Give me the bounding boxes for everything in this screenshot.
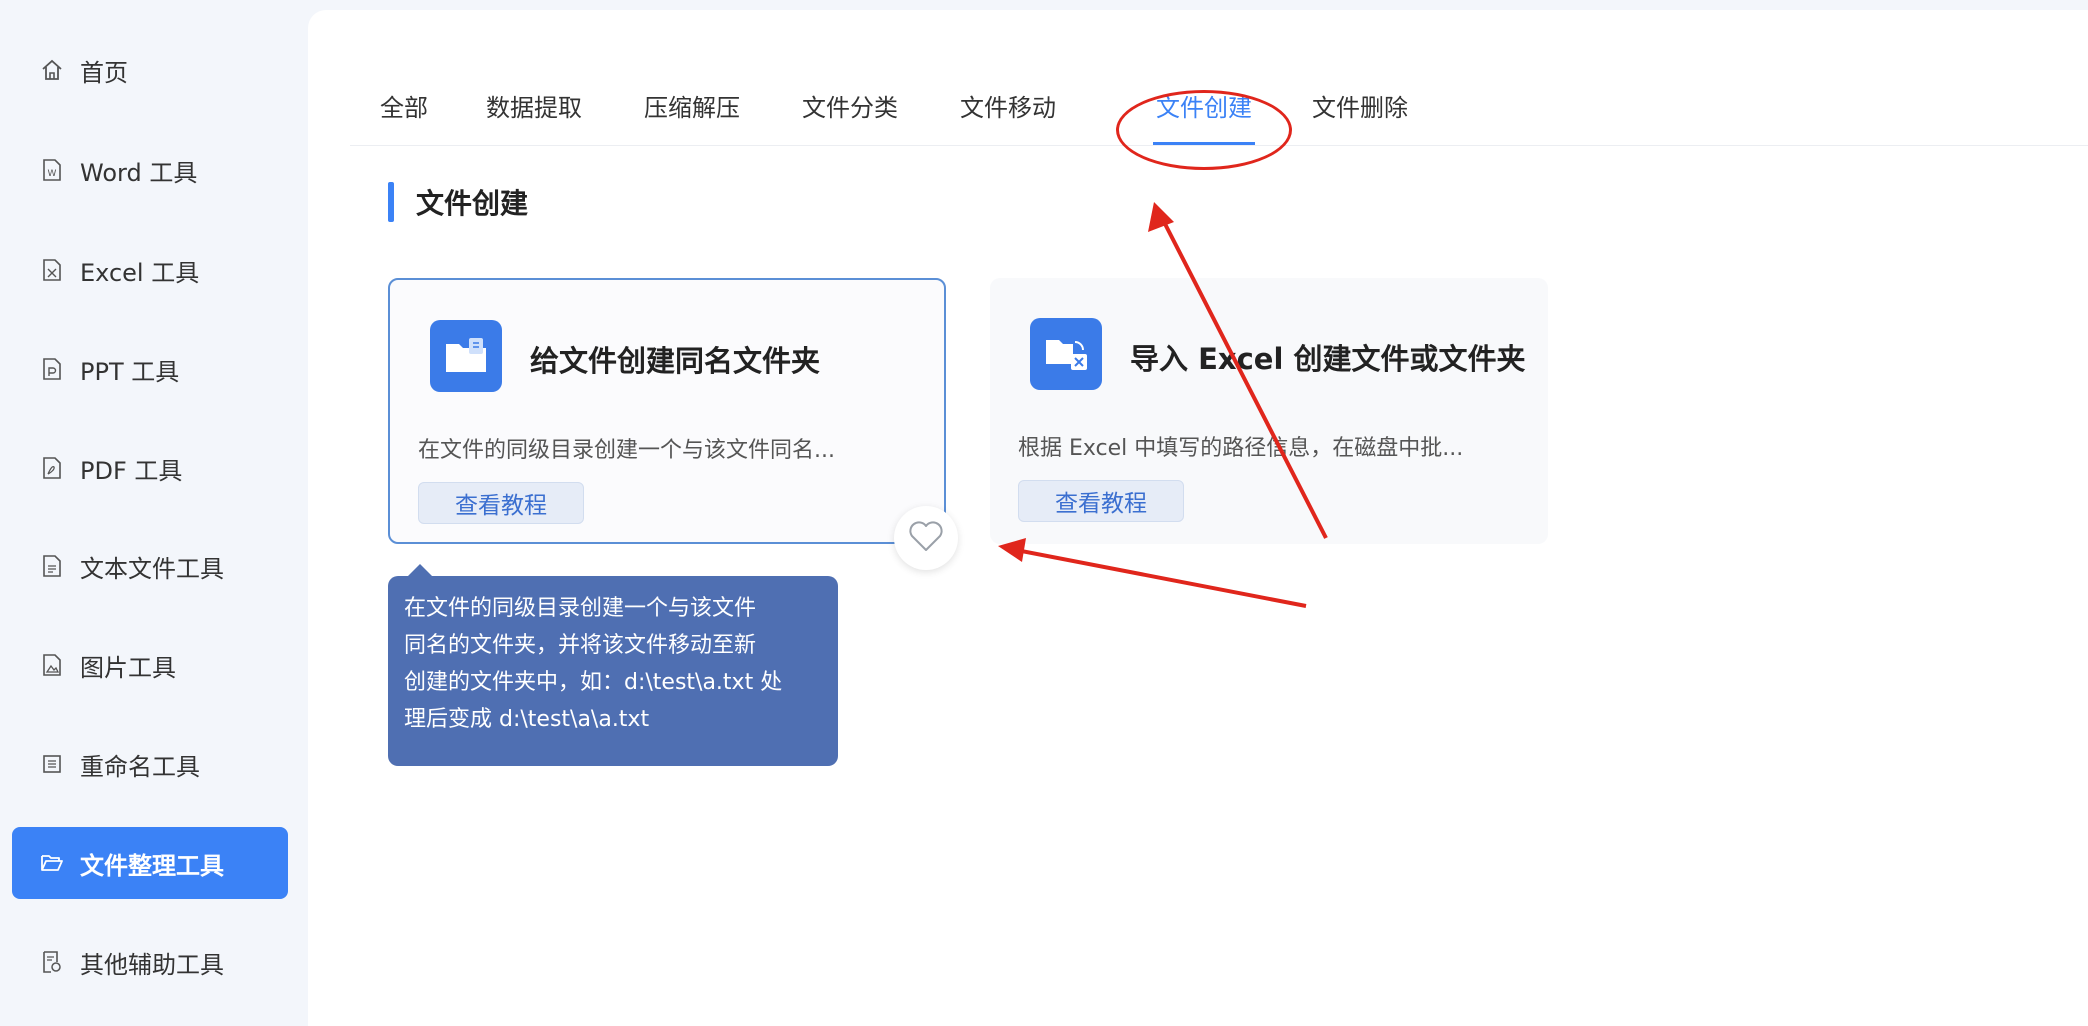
rename-icon (40, 752, 64, 776)
misc-tools-icon (40, 950, 64, 974)
card-title: 给文件创建同名文件夹 (530, 344, 821, 378)
sidebar-item-label: 重命名工具 (80, 752, 200, 781)
folder-open-icon (40, 851, 64, 875)
sidebar-item-pdf[interactable]: PDF 工具 (12, 432, 288, 504)
sidebar-item-label: 首页 (80, 58, 128, 87)
annotation-circle (1116, 90, 1292, 170)
view-tutorial-button[interactable]: 查看教程 (1018, 480, 1184, 522)
sidebar-item-label: PPT 工具 (80, 357, 180, 386)
card-description: 根据 Excel 中填写的路径信息，在磁盘中批... (1018, 436, 1464, 461)
tab-file-delete[interactable]: 文件删除 (1312, 88, 1408, 123)
tool-card-same-name-folder[interactable]: 给文件创建同名文件夹 在文件的同级目录创建一个与该文件同名... 查看教程 (388, 278, 946, 544)
tab-compress[interactable]: 压缩解压 (644, 88, 740, 123)
tooltip-line: 理后变成 d:\test\a\a.txt (404, 707, 650, 732)
tooltip-line: 同名的文件夹，并将该文件移动至新 (404, 633, 757, 658)
description-tooltip: 在文件的同级目录创建一个与该文件 同名的文件夹，并将该文件移动至新 创建的文件夹… (388, 564, 838, 766)
sidebar-item-label: 文本文件工具 (80, 554, 224, 583)
tab-file-classify[interactable]: 文件分类 (802, 88, 898, 123)
ppt-file-icon (40, 357, 64, 381)
sidebar-item-excel[interactable]: Excel 工具 (12, 234, 288, 306)
main-panel: 全部 数据提取 压缩解压 文件分类 文件移动 文件创建 文件删除 文件创建 给文… (308, 10, 2088, 1026)
sidebar-item-label: Excel 工具 (80, 258, 200, 287)
tab-all[interactable]: 全部 (380, 88, 428, 123)
folder-excel-icon (1030, 318, 1102, 390)
word-file-icon: W (40, 158, 64, 182)
image-file-icon (40, 653, 64, 677)
tab-data-extract[interactable]: 数据提取 (486, 88, 582, 123)
tab-file-move[interactable]: 文件移动 (960, 88, 1056, 123)
sidebar-item-home[interactable]: 首页 (12, 34, 288, 106)
folder-file-icon (430, 320, 502, 392)
sidebar-item-label: Word 工具 (80, 158, 198, 187)
section-header: 文件创建 (388, 182, 528, 222)
sidebar: 首页 W Word 工具 Excel 工具 PPT 工具 PDF 工具 文本文件… (0, 0, 298, 1026)
section-title: 文件创建 (416, 187, 529, 220)
home-icon (40, 58, 64, 82)
tab-bar: 全部 数据提取 压缩解压 文件分类 文件移动 文件创建 文件删除 (350, 66, 2088, 170)
sidebar-item-label: 图片工具 (80, 653, 176, 682)
favorite-button[interactable] (894, 506, 958, 570)
sidebar-item-text[interactable]: 文本文件工具 (12, 530, 288, 602)
sidebar-item-label: 文件整理工具 (80, 851, 224, 880)
card-description: 在文件的同级目录创建一个与该文件同名... (418, 438, 835, 463)
sidebar-item-ppt[interactable]: PPT 工具 (12, 333, 288, 405)
sidebar-item-label: PDF 工具 (80, 456, 183, 485)
sidebar-item-label: 其他辅助工具 (80, 950, 224, 979)
sidebar-item-misc[interactable]: 其他辅助工具 (12, 926, 288, 998)
tooltip-line: 创建的文件夹中，如：d:\test\a.txt 处 (404, 670, 783, 695)
heart-icon (907, 519, 945, 557)
card-title: 导入 Excel 创建文件或文件夹 (1130, 342, 1526, 376)
pdf-file-icon (40, 456, 64, 480)
sidebar-item-image[interactable]: 图片工具 (12, 629, 288, 701)
section-accent-bar (388, 182, 394, 222)
sidebar-item-word[interactable]: W Word 工具 (12, 134, 288, 206)
view-tutorial-button[interactable]: 查看教程 (418, 482, 584, 524)
tool-card-excel-create[interactable]: 导入 Excel 创建文件或文件夹 根据 Excel 中填写的路径信息，在磁盘中… (990, 278, 1548, 544)
sidebar-item-file-organize[interactable]: 文件整理工具 (12, 827, 288, 899)
tooltip-line: 在文件的同级目录创建一个与该文件 (404, 596, 757, 621)
excel-file-icon (40, 258, 64, 282)
text-file-icon (40, 554, 64, 578)
svg-text:W: W (48, 169, 57, 179)
sidebar-item-rename[interactable]: 重命名工具 (12, 728, 288, 800)
